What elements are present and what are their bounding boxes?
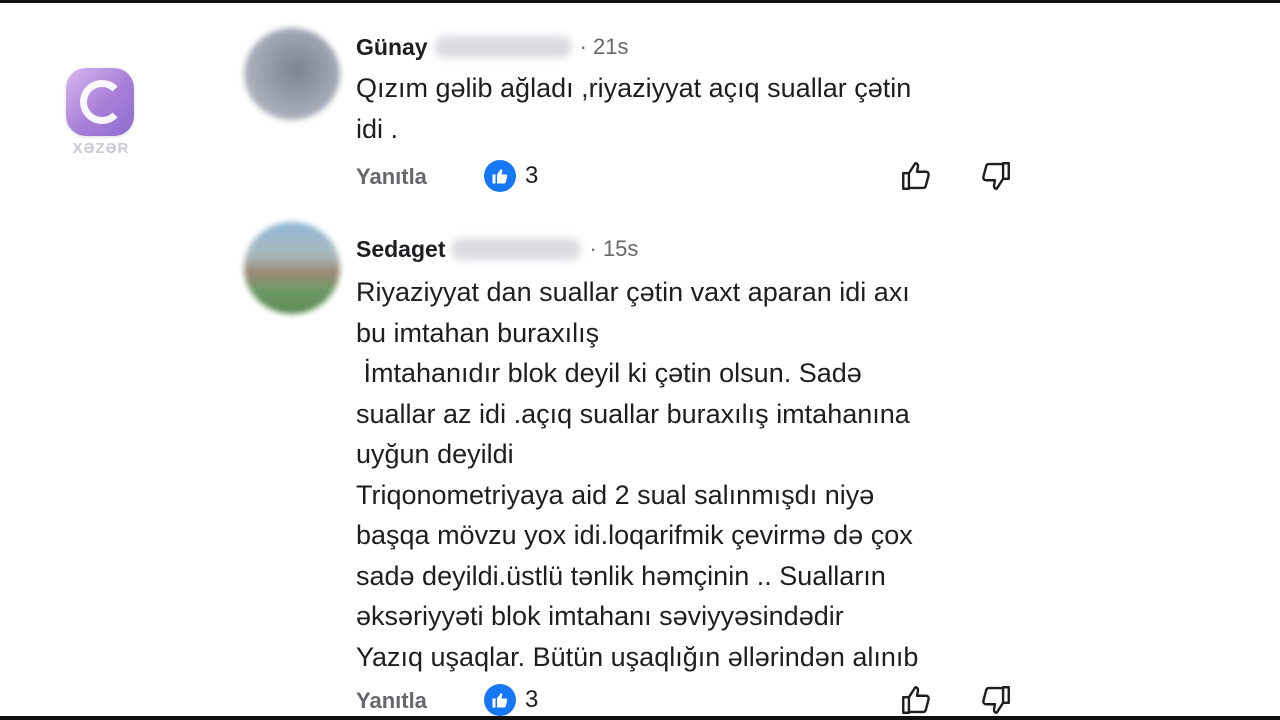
timestamp[interactable]: · 21s <box>580 34 629 60</box>
avatar[interactable] <box>244 222 340 314</box>
comment-header: Sedaget · 15s <box>356 232 638 266</box>
comment-text: Riyaziyyat dan suallar çətin vaxt aparan… <box>356 277 919 672</box>
like-badge-icon <box>484 684 516 716</box>
dislike-button[interactable] <box>978 682 1014 718</box>
bottom-border <box>0 716 1280 720</box>
like-count: 3 <box>525 162 539 189</box>
avatar[interactable] <box>244 28 340 120</box>
comment-actions: Yanıtla 3 <box>356 682 1010 718</box>
like-button[interactable] <box>898 682 934 718</box>
comment-text: Qızım gəlib ağladı ,riyaziyyat açıq sual… <box>356 73 912 144</box>
reaction-summary[interactable]: 3 <box>484 682 538 718</box>
reply-button[interactable]: Yanıtla <box>356 164 427 190</box>
top-border <box>0 0 1280 3</box>
reaction-summary[interactable]: 3 <box>484 158 538 194</box>
logo-text: XƏZƏR <box>72 140 130 157</box>
like-count: 3 <box>525 686 539 713</box>
author-name[interactable]: Sedaget <box>356 236 445 263</box>
comment-actions: Yanıtla 3 <box>356 158 1010 194</box>
channel-logo: XƏZƏR <box>64 68 138 160</box>
dislike-button[interactable] <box>978 158 1014 194</box>
comment-header: Günay · 21s <box>356 30 629 64</box>
like-button[interactable] <box>898 158 934 194</box>
blurred-surname <box>451 238 582 260</box>
like-badge-icon <box>484 160 516 192</box>
logo-mark-icon <box>66 68 134 136</box>
reply-button[interactable]: Yanıtla <box>356 688 427 714</box>
blurred-surname <box>433 36 572 58</box>
author-name[interactable]: Günay <box>356 34 428 61</box>
timestamp[interactable]: · 15s <box>589 236 638 262</box>
